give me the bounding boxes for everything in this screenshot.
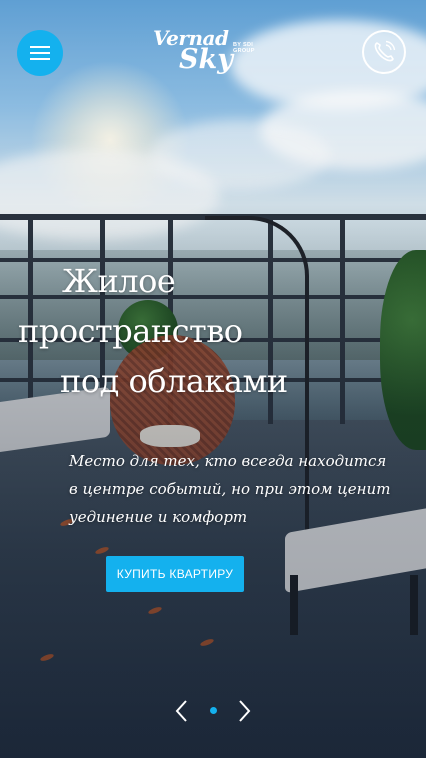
hero-subtitle-line: Место для тех, кто всегда находится (69, 452, 387, 470)
hero-subtitle-line: уединение и комфорт (69, 508, 248, 526)
slider-next-button[interactable] (232, 698, 256, 724)
logo-tagline: BY SDI GROUP (233, 42, 255, 54)
logo-line2: Sky (179, 44, 233, 75)
hamburger-icon (30, 52, 50, 54)
logo[interactable]: Vernad BY SDI GROUP Sky (151, 26, 276, 78)
slider-prev-button[interactable] (170, 698, 194, 724)
hero-subtitle: Место для тех, кто всегда находится в це… (69, 447, 399, 531)
hamburger-icon (30, 58, 50, 60)
hamburger-icon (30, 46, 50, 48)
slider-dot-active[interactable] (210, 707, 217, 714)
hero-title-line-2: пространство (18, 312, 243, 350)
menu-button[interactable] (17, 30, 63, 76)
chevron-left-icon (175, 700, 187, 722)
hero-title-line-1: Жилое (62, 262, 176, 300)
phone-button[interactable] (362, 30, 406, 74)
chevron-right-icon (239, 700, 251, 722)
phone-icon (374, 40, 396, 62)
buy-apartment-button[interactable]: КУПИТЬ КВАРТИРУ (106, 556, 244, 592)
hero-subtitle-line: в центре событий, но при этом ценит (69, 480, 391, 498)
hero-title-line-3: под облаками (60, 362, 288, 400)
